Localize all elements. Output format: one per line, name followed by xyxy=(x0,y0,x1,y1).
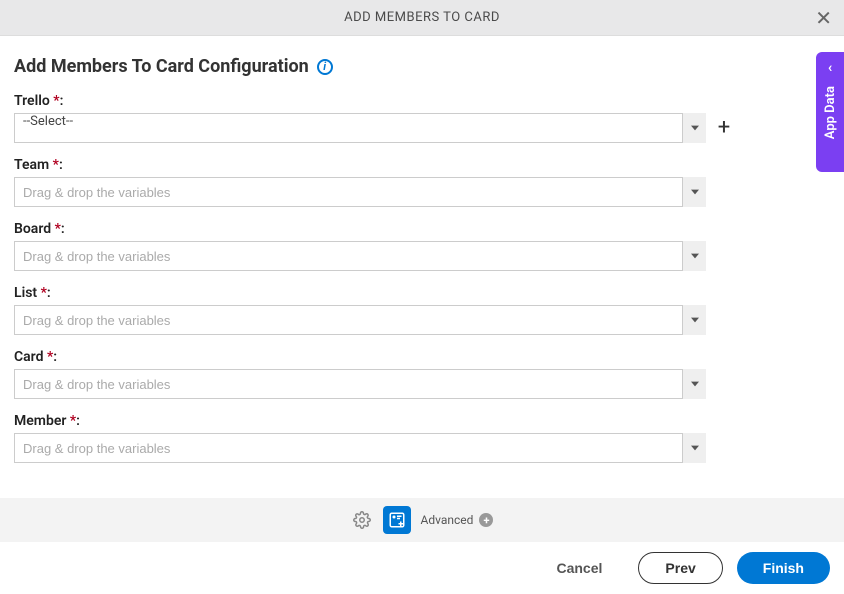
cancel-button[interactable]: Cancel xyxy=(534,552,624,584)
card-dropdown-icon[interactable] xyxy=(682,369,706,399)
modal-title: ADD MEMBERS TO CARD xyxy=(344,10,500,25)
prev-button[interactable]: Prev xyxy=(638,552,722,584)
trello-label: Trello *: xyxy=(14,93,830,109)
team-group: Team *: xyxy=(14,157,830,207)
board-label: Board *: xyxy=(14,221,830,237)
list-dropdown-icon[interactable] xyxy=(682,305,706,335)
add-connection-icon[interactable]: + xyxy=(714,117,734,139)
board-dropdown-icon[interactable] xyxy=(682,241,706,271)
chevron-left-icon: ‹ xyxy=(828,60,832,76)
member-dropdown-icon[interactable] xyxy=(682,433,706,463)
close-icon[interactable]: ✕ xyxy=(815,8,832,28)
member-input[interactable] xyxy=(14,433,706,463)
card-input[interactable] xyxy=(14,369,706,399)
team-dropdown-icon[interactable] xyxy=(682,177,706,207)
list-input[interactable] xyxy=(14,305,706,335)
list-label: List *: xyxy=(14,285,830,301)
trello-select[interactable]: --Select-- xyxy=(14,113,706,143)
card-group: Card *: xyxy=(14,349,830,399)
member-group: Member *: xyxy=(14,413,830,463)
list-group: List *: xyxy=(14,285,830,335)
app-data-label: App Data xyxy=(823,86,838,139)
finish-button[interactable]: Finish xyxy=(737,552,830,584)
board-input[interactable] xyxy=(14,241,706,271)
trello-dropdown-icon[interactable] xyxy=(682,113,706,143)
content-area: Add Members To Card Configuration i Trel… xyxy=(0,36,844,463)
card-label: Card *: xyxy=(14,349,830,365)
advanced-toggle[interactable]: Advanced + xyxy=(421,513,494,527)
footer: Cancel Prev Finish xyxy=(0,542,844,594)
page-title-text: Add Members To Card Configuration xyxy=(14,56,309,77)
board-group: Board *: xyxy=(14,221,830,271)
trello-group: Trello *: --Select-- + xyxy=(14,93,830,143)
info-icon[interactable]: i xyxy=(317,59,333,75)
app-data-tab[interactable]: ‹ App Data xyxy=(816,52,844,172)
team-label: Team *: xyxy=(14,157,830,173)
toolbar: Advanced + xyxy=(0,498,844,542)
form-icon[interactable] xyxy=(383,506,411,534)
advanced-label: Advanced xyxy=(421,513,474,527)
team-input[interactable] xyxy=(14,177,706,207)
page-title: Add Members To Card Configuration i xyxy=(14,56,830,77)
settings-icon[interactable] xyxy=(351,509,373,531)
plus-circle-icon: + xyxy=(479,513,493,527)
member-label: Member *: xyxy=(14,413,830,429)
modal-header: ADD MEMBERS TO CARD ✕ xyxy=(0,0,844,36)
